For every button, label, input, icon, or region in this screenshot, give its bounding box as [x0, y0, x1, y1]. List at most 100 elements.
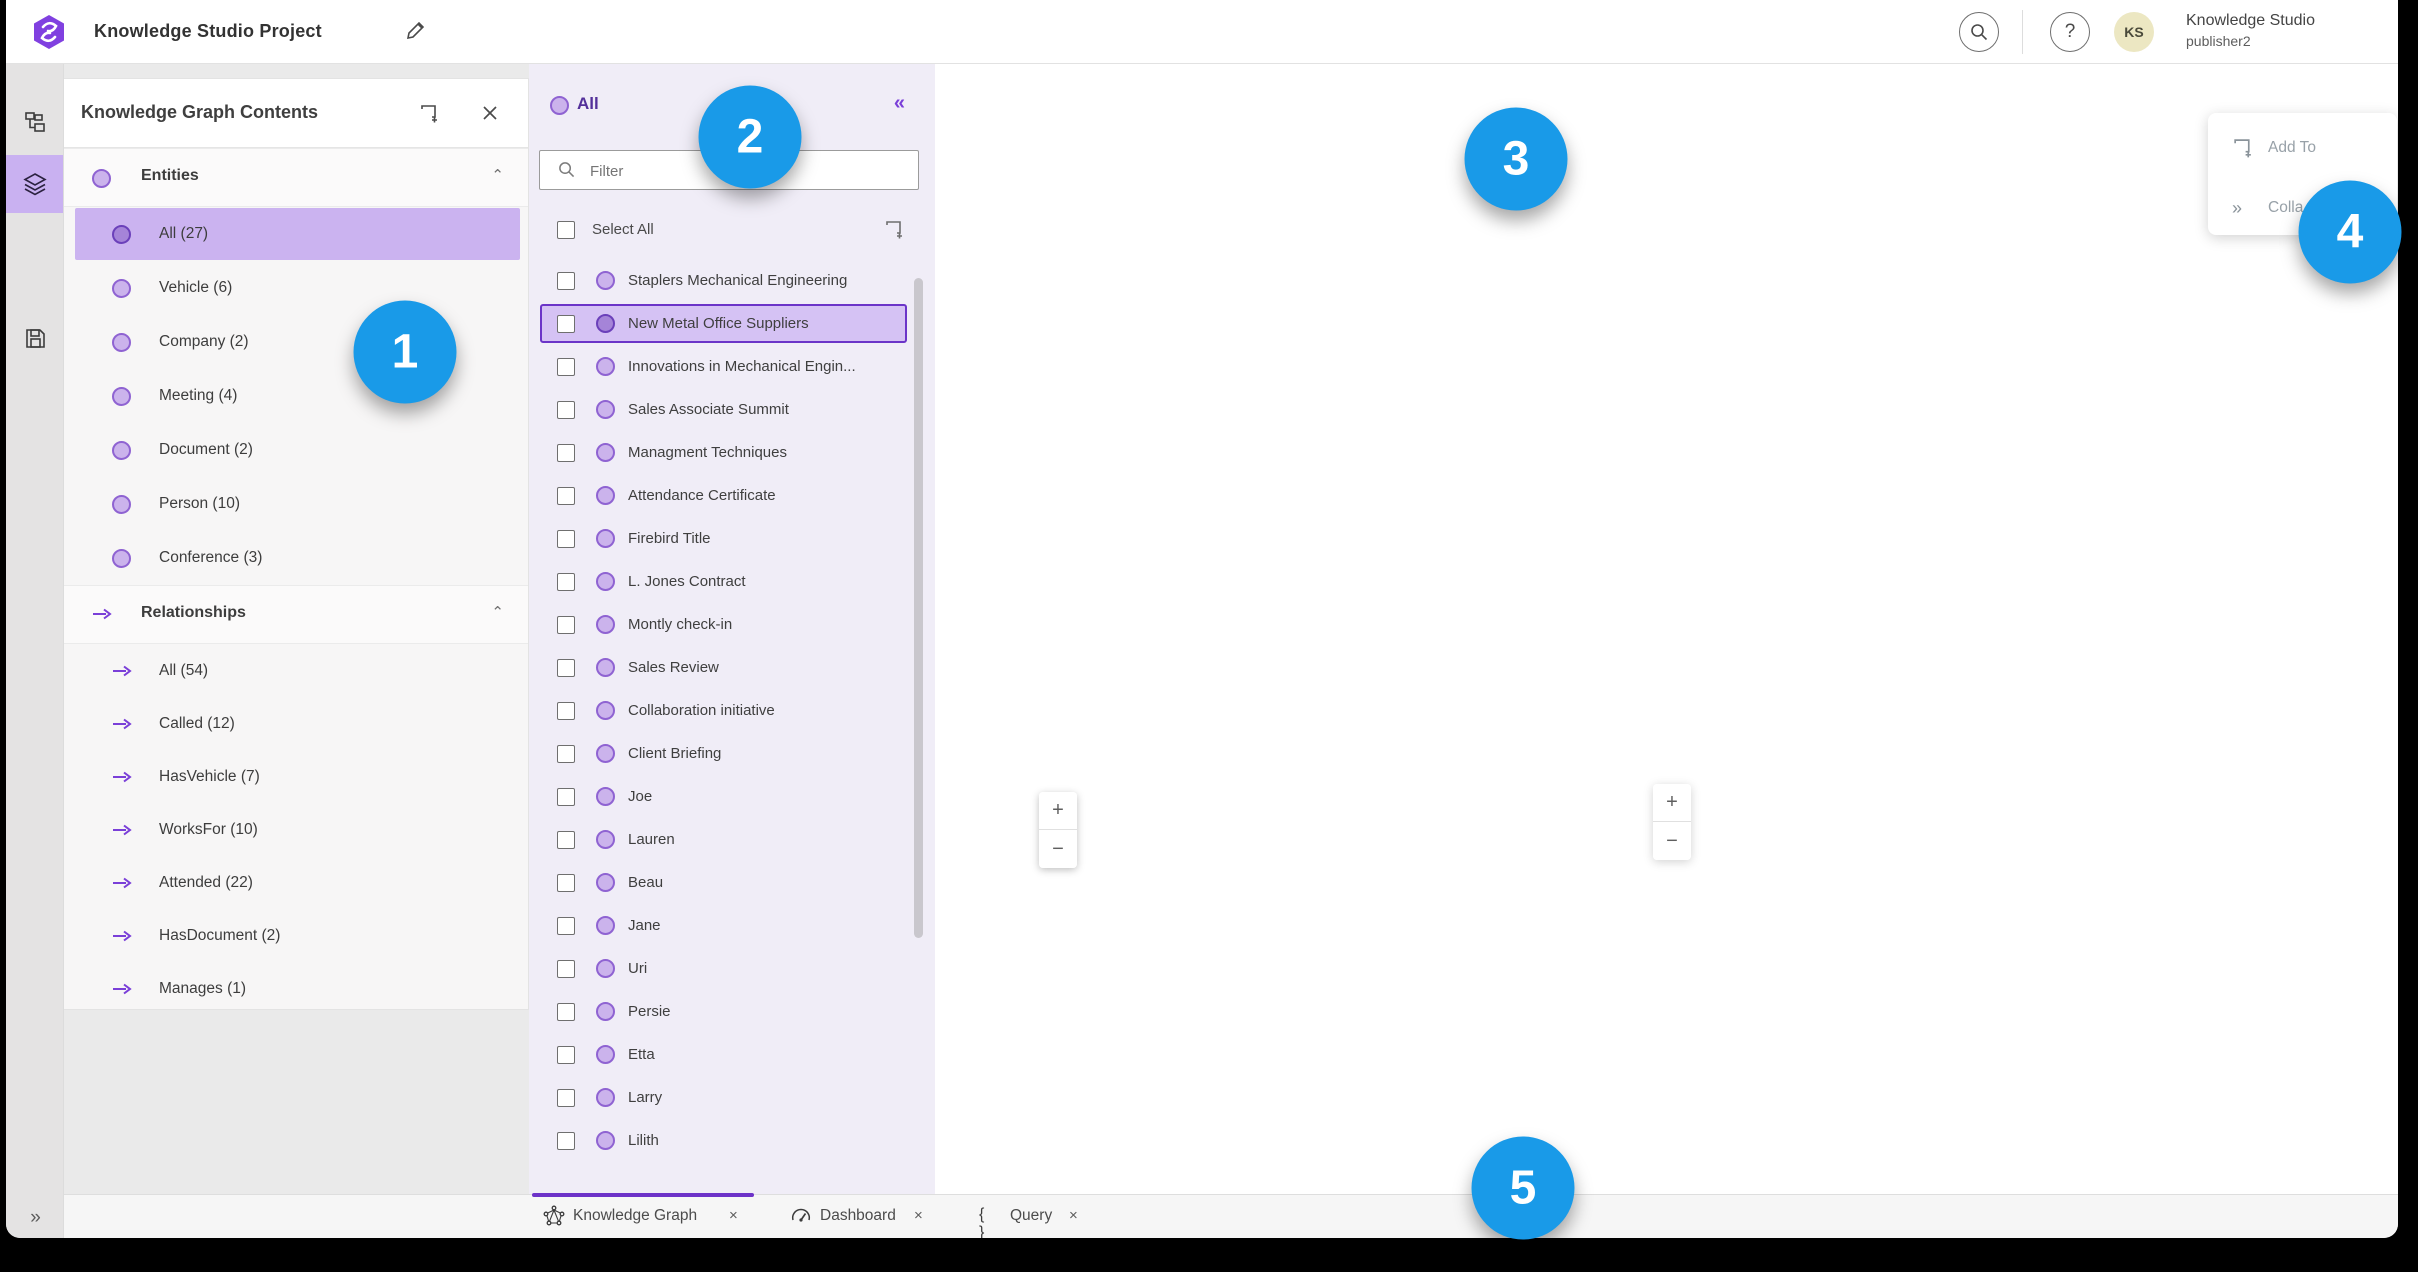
item-checkbox[interactable] [557, 702, 575, 720]
list-scrollbar[interactable] [914, 278, 923, 938]
item-checkbox[interactable] [557, 1132, 575, 1150]
entity-instance-item[interactable]: Lilith [529, 1119, 935, 1162]
rail-expand-button[interactable]: » [6, 1189, 63, 1238]
close-tab-icon[interactable]: × [1069, 1207, 1078, 1224]
search-button[interactable] [1959, 12, 1999, 52]
user-identity[interactable]: Knowledge Studio publisher2 [2186, 11, 2315, 51]
rail-item-datamodel[interactable] [6, 93, 63, 151]
relationships-list-item[interactable]: Called (12) [64, 697, 528, 750]
item-checkbox[interactable] [557, 917, 575, 935]
entity-instance-item[interactable]: Sales Review [529, 646, 935, 689]
callout-badge-2: 2 [698, 85, 802, 189]
select-all-checkbox[interactable] [557, 221, 575, 239]
relationships-group-header[interactable]: Relationships ⌃ [64, 585, 528, 644]
item-checkbox[interactable] [557, 831, 575, 849]
relationships-list-item[interactable]: All (54) [64, 644, 528, 697]
zoom-out-button[interactable]: − [1039, 830, 1077, 868]
entity-instance-item[interactable]: L. Jones Contract [529, 560, 935, 603]
item-checkbox[interactable] [557, 272, 575, 290]
entity-instance-item[interactable]: Managment Techniques [529, 431, 935, 474]
item-checkbox[interactable] [557, 487, 575, 505]
entities-list-item[interactable]: Meeting (4) [64, 369, 528, 423]
item-checkbox[interactable] [557, 1046, 575, 1064]
edit-title-icon[interactable] [404, 20, 426, 42]
entity-circle-icon [596, 271, 615, 290]
app-logo-icon[interactable] [31, 14, 67, 50]
entity-instance-item[interactable]: Jane [529, 904, 935, 947]
entity-instance-item[interactable]: Lauren [529, 818, 935, 861]
entities-list-item[interactable]: Conference (3) [64, 531, 528, 585]
avatar[interactable]: KS [2114, 12, 2154, 52]
item-checkbox[interactable] [557, 401, 575, 419]
entities-list-item[interactable]: Company (2) [64, 315, 528, 369]
item-checkbox[interactable] [557, 1003, 575, 1021]
bottom-tab-bar: Knowledge Graph × Dashboard × { } Query … [63, 1193, 2398, 1238]
chevron-up-icon[interactable]: ⌃ [491, 166, 504, 184]
item-checkbox[interactable] [557, 358, 575, 376]
close-panel-icon[interactable] [482, 105, 498, 121]
relationships-list-item[interactable]: WorksFor (10) [64, 803, 528, 856]
entity-instance-item[interactable]: Etta [529, 1033, 935, 1076]
item-checkbox[interactable] [557, 874, 575, 892]
entities-list-item[interactable]: Person (10) [64, 477, 528, 531]
entity-instance-item[interactable]: New Metal Office Suppliers [529, 302, 935, 345]
entity-circle-icon [596, 873, 615, 892]
add-selection-icon[interactable] [884, 219, 905, 240]
entities-list-item[interactable]: All (27) [64, 207, 528, 261]
callout-badge-1: 1 [353, 300, 457, 404]
close-tab-icon[interactable]: × [729, 1207, 738, 1224]
add-to-new-icon[interactable] [419, 103, 440, 124]
entity-instance-item[interactable]: Collaboration initiative [529, 689, 935, 732]
entities-list-item[interactable]: Vehicle (6) [64, 261, 528, 315]
entity-instance-item[interactable]: Montly check-in [529, 603, 935, 646]
entity-instance-item[interactable]: Larry [529, 1076, 935, 1119]
entities-list-item[interactable]: Document (2) [64, 423, 528, 477]
item-checkbox[interactable] [557, 530, 575, 548]
rail-item-save[interactable] [6, 309, 63, 367]
entity-instance-item[interactable]: Uri [529, 947, 935, 990]
org-name: Knowledge Studio [2186, 12, 2315, 29]
collapse-panel-icon[interactable]: « [894, 92, 905, 115]
zoom-out-button[interactable]: − [1653, 822, 1691, 860]
relationships-list-item[interactable]: HasVehicle (7) [64, 750, 528, 803]
item-checkbox[interactable] [557, 659, 575, 677]
entity-instance-item[interactable]: Attendance Certificate [529, 474, 935, 517]
entity-instance-item[interactable]: Staplers Mechanical Engineering [529, 259, 935, 302]
item-checkbox[interactable] [557, 616, 575, 634]
entity-instance-item[interactable]: Client Briefing [529, 732, 935, 775]
entity-instance-item[interactable]: Beau [529, 861, 935, 904]
entity-instance-item[interactable]: Joe [529, 775, 935, 818]
entity-circle-icon [112, 279, 131, 298]
entity-instance-item[interactable]: Sales Associate Summit [529, 388, 935, 431]
add-to-icon [2234, 139, 2251, 158]
entity-instance-item[interactable]: Firebird Title [529, 517, 935, 560]
relationship-arrow-icon [113, 930, 132, 942]
entity-instance-item[interactable]: Innovations in Mechanical Engin... [529, 345, 935, 388]
entities-list: All (27) Vehicle (6) Company (2) Meeting… [64, 207, 528, 585]
item-checkbox[interactable] [557, 745, 575, 763]
item-checkbox[interactable] [557, 960, 575, 978]
zoom-in-button[interactable]: + [1039, 792, 1077, 830]
layers-icon [22, 173, 47, 196]
item-checkbox[interactable] [557, 573, 575, 591]
entity-instance-item[interactable]: Persie [529, 990, 935, 1033]
item-checkbox[interactable] [557, 1089, 575, 1107]
active-view-indicator [532, 1193, 754, 1197]
item-checkbox[interactable] [557, 788, 575, 806]
item-checkbox[interactable] [557, 444, 575, 462]
entity-circle-icon [112, 333, 131, 352]
relationship-arrow-icon [113, 983, 132, 995]
chevron-up-icon[interactable]: ⌃ [491, 603, 504, 621]
relationships-list-item[interactable]: HasDocument (2) [64, 909, 528, 962]
search-icon [1971, 24, 1988, 41]
relationships-list-item[interactable]: Manages (1) [64, 962, 528, 1015]
rail-item-contents[interactable] [6, 155, 63, 213]
menu-item-add-to[interactable]: Add To [2208, 135, 2397, 165]
zoom-in-button[interactable]: + [1653, 784, 1691, 822]
relationships-list-item[interactable]: Attended (22) [64, 856, 528, 909]
help-button[interactable]: ? [2050, 12, 2090, 52]
close-tab-icon[interactable]: × [914, 1207, 923, 1224]
top-bar: Knowledge Studio Project ? KS Knowledge … [6, 0, 2398, 64]
entities-group-header[interactable]: Entities ⌃ [64, 148, 528, 207]
item-checkbox[interactable] [557, 315, 575, 333]
